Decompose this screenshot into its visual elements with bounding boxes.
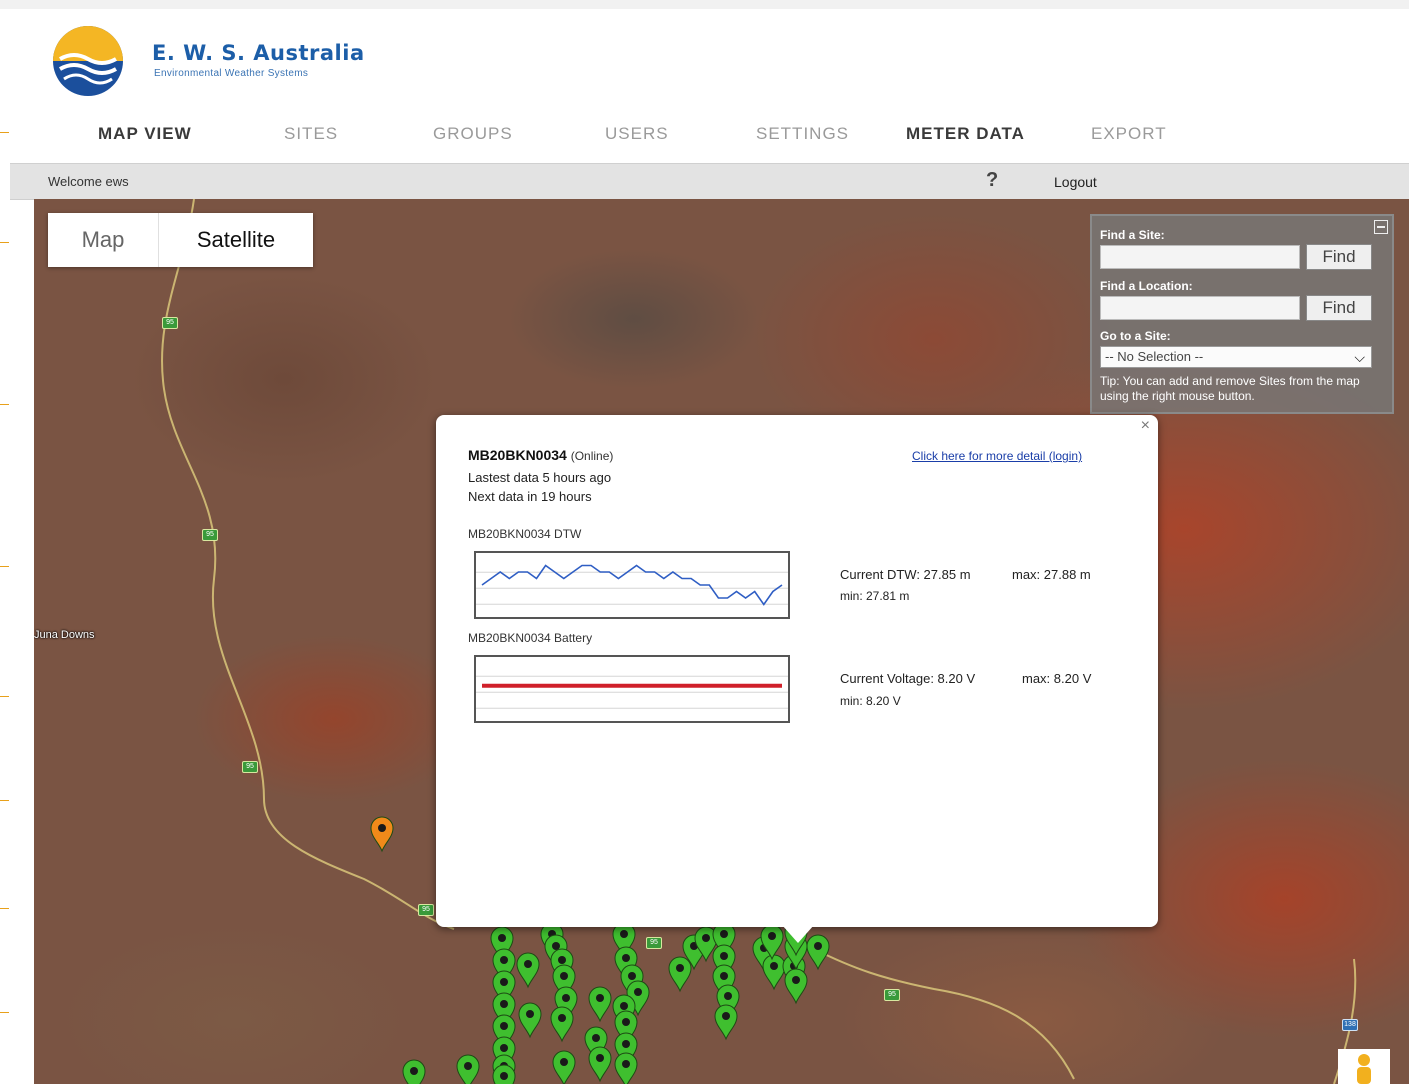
site-marker-icon[interactable] [550,1006,574,1043]
nav-export[interactable]: EXPORT [1091,124,1167,144]
nav-users[interactable]: USERS [605,124,669,144]
site-marker-icon[interactable] [762,954,786,991]
site-marker-icon[interactable] [492,1064,516,1084]
satellite-map[interactable]: 95 95 95 95 95 95 138 Juna Downs Map Sat… [34,199,1409,1084]
site-marker-icon[interactable] [370,816,394,853]
ews-logo [53,26,123,96]
site-marker-icon[interactable] [668,956,692,993]
brand-title: E. W. S. Australia [152,41,365,65]
popup-site-id: MB20BKN0034 [468,447,567,463]
margin-tick [0,800,9,801]
popup-site-title: MB20BKN0034 (Online) [468,447,613,463]
nav-groups[interactable]: GROUPS [433,124,513,144]
site-marker-icon[interactable] [456,1054,480,1084]
dtw-chart-svg [476,564,788,606]
margin-tick [0,404,9,405]
site-marker-icon[interactable] [614,1052,638,1084]
popup-site-status: (Online) [570,449,614,463]
battery-chart-title: MB20BKN0034 Battery [468,631,593,645]
site-marker-icon[interactable] [714,1004,738,1041]
margin-tick [0,696,9,697]
popup-tail [782,925,814,943]
margin-tick [0,242,9,243]
brand-subtitle: Environmental Weather Systems [154,68,309,79]
dtw-chart-title: MB20BKN0034 DTW [468,527,582,541]
pegman-icon[interactable] [1338,1049,1390,1084]
site-marker-icon[interactable] [784,968,808,1005]
logout-link[interactable]: Logout [1054,174,1097,190]
dtw-max: max: 27.88 m [1012,567,1091,582]
margin-tick [0,566,9,567]
site-marker-icon[interactable] [588,986,612,1023]
voltage-min: min: 8.20 V [840,694,901,708]
site-marker-icon[interactable] [552,1050,576,1084]
nav-sites[interactable]: SITES [284,124,338,144]
welcome-text: Welcome ews [48,174,129,189]
nav-settings[interactable]: SETTINGS [756,124,849,144]
popup-detail-link[interactable]: Click here for more detail (login) [912,449,1082,463]
dtw-min: min: 27.81 m [840,589,910,603]
site-info-popup: × MB20BKN0034 (Online) Lastest data 5 ho… [436,415,1158,943]
chart-series-line [481,564,783,606]
voltage-max: max: 8.20 V [1022,671,1092,686]
popup-next-data: Next data in 19 hours [468,489,592,504]
site-marker-icon[interactable] [588,1046,612,1083]
welcome-bar: Welcome ews ? Logout [10,163,1409,200]
site-marker-icon[interactable] [518,1002,542,1039]
battery-chart-svg [476,675,788,709]
close-icon[interactable]: × [1141,417,1150,435]
site-marker-icon[interactable] [516,952,540,989]
main-nav: MAP VIEW SITES GROUPS USERS SETTINGS MET… [0,120,1409,150]
top-strip [0,0,1409,9]
margin-tick [0,908,9,909]
dtw-current: Current DTW: 27.85 m [840,567,971,582]
battery-chart [474,655,790,723]
site-marker-icon[interactable] [402,1059,426,1084]
popup-latest-data: Lastest data 5 hours ago [468,470,612,485]
margin-tick [0,1012,9,1013]
nav-meter-data[interactable]: METER DATA [906,124,1025,144]
dtw-chart [474,551,790,619]
voltage-current: Current Voltage: 8.20 V [840,671,976,686]
nav-map-view[interactable]: MAP VIEW [98,124,192,144]
help-link[interactable]: ? [986,169,998,192]
